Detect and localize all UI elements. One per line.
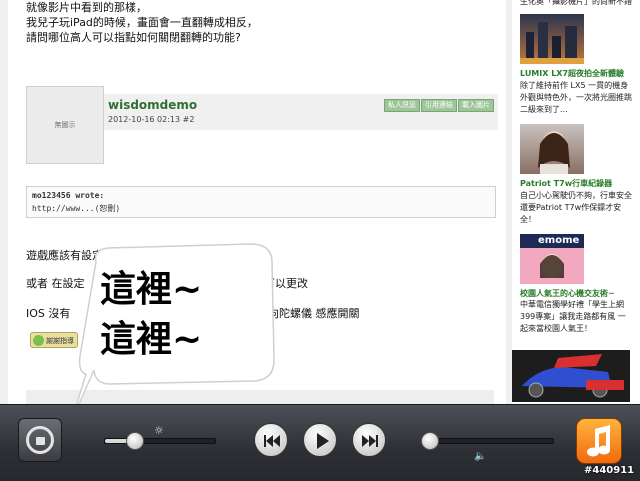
sidebar-item-title[interactable]: Patriot T7w行車紀錄器 (520, 178, 612, 189)
motorcycle-banner-image (512, 350, 630, 402)
thanks-button[interactable]: 謝謝指導 (30, 332, 78, 348)
sidebar-thumb-woman[interactable] (520, 124, 584, 174)
post-text-line: 我兒子玩iPad的時候，畫面會一直翻轉成相反， (26, 16, 258, 29)
avatar: 無圖示 (26, 86, 104, 164)
next-track-icon (362, 435, 378, 447)
sidebar-item-desc: 中華電信獨學好禮「學生上網399專案」讓我走路都有風 一起來當校園人氣王！ (520, 300, 626, 333)
sidebar-item-desc: 自己小心駕駛仍不夠，行車安全還要Patriot T7w作保鏢才安全！ (520, 191, 632, 224)
previous-track-icon (264, 435, 280, 447)
sidebar-item-desc: 除了維持前作 LX5 一貫的機身外觀與特色外，一次將光圈推跳二級來到了... (520, 81, 632, 114)
lock-glyph (36, 437, 45, 445)
watermark-id: #440911 (584, 465, 635, 476)
music-app-icon[interactable] (576, 418, 622, 464)
rotation-lock-button[interactable] (18, 418, 62, 462)
reply-text-line: 遊戲應該有設定裡面可以設定... (26, 249, 180, 262)
emome-logo-text: emome (538, 235, 580, 246)
post-date-text: 2012-10-16 02:13 (108, 115, 181, 124)
woman-photo-image (538, 131, 570, 174)
thanks-label: 謝謝指導 (46, 337, 74, 345)
smiley-icon (33, 335, 44, 346)
load-images-button[interactable]: 載入圖片 (458, 99, 494, 112)
quote-body[interactable]: http://www...(恕刪) (32, 203, 120, 214)
volume-slider[interactable] (424, 438, 554, 444)
next-track-button[interactable] (352, 423, 386, 457)
next-post-header (26, 390, 494, 404)
quote-author: mo123456 wrote: (32, 191, 105, 200)
previous-track-button[interactable] (254, 423, 288, 457)
post-text-line: 就像影片中看到的那樣， (26, 1, 147, 14)
city-night-image (520, 22, 584, 64)
callout-text-line: 這裡~ (100, 319, 203, 360)
post-username[interactable]: wisdomdemo (108, 98, 197, 112)
sidebar-partial-text: 生化奧「攝影機片」的尚新不錯 (520, 0, 632, 6)
reply-text-line: IOS 沒有 (26, 307, 71, 320)
quote-link-button[interactable]: 引用連結 (421, 99, 457, 112)
reply-text-line: 可以更改 (264, 277, 308, 290)
play-button[interactable] (303, 423, 337, 457)
sidebar-item-title[interactable]: LUMIX LX7超夜拍全新體驗 (520, 68, 624, 79)
sidebar-item-title[interactable]: 校園人氣王的心機交友術~ (520, 288, 615, 299)
reply-text-line: 向陀螺儀 感應開關 (268, 307, 360, 320)
brightness-slider[interactable] (104, 438, 216, 444)
post-number: #2 (182, 115, 195, 124)
brightness-slider-knob[interactable] (126, 432, 144, 450)
sidebar-thumb-city[interactable] (520, 14, 584, 64)
music-note-icon (587, 425, 610, 457)
private-message-button[interactable]: 私人訊息 (384, 99, 420, 112)
volume-slider-knob[interactable] (421, 432, 439, 450)
play-icon (317, 433, 329, 449)
callout-text-line: 這裡~ (100, 269, 203, 310)
post-text-line: 請問哪位高人可以指點如何關閉翻轉的功能? (26, 31, 241, 44)
sidebar-thumb-emome[interactable]: emome (520, 234, 584, 284)
speaker-icon: 🔈 (474, 451, 487, 462)
brightness-icon: ☼ (154, 424, 164, 437)
reply-text-line: 或者 在設定 (26, 277, 85, 290)
sidebar-banner-ad[interactable] (512, 350, 630, 402)
post-date: 2012-10-16 02:13 #2 (108, 115, 194, 124)
